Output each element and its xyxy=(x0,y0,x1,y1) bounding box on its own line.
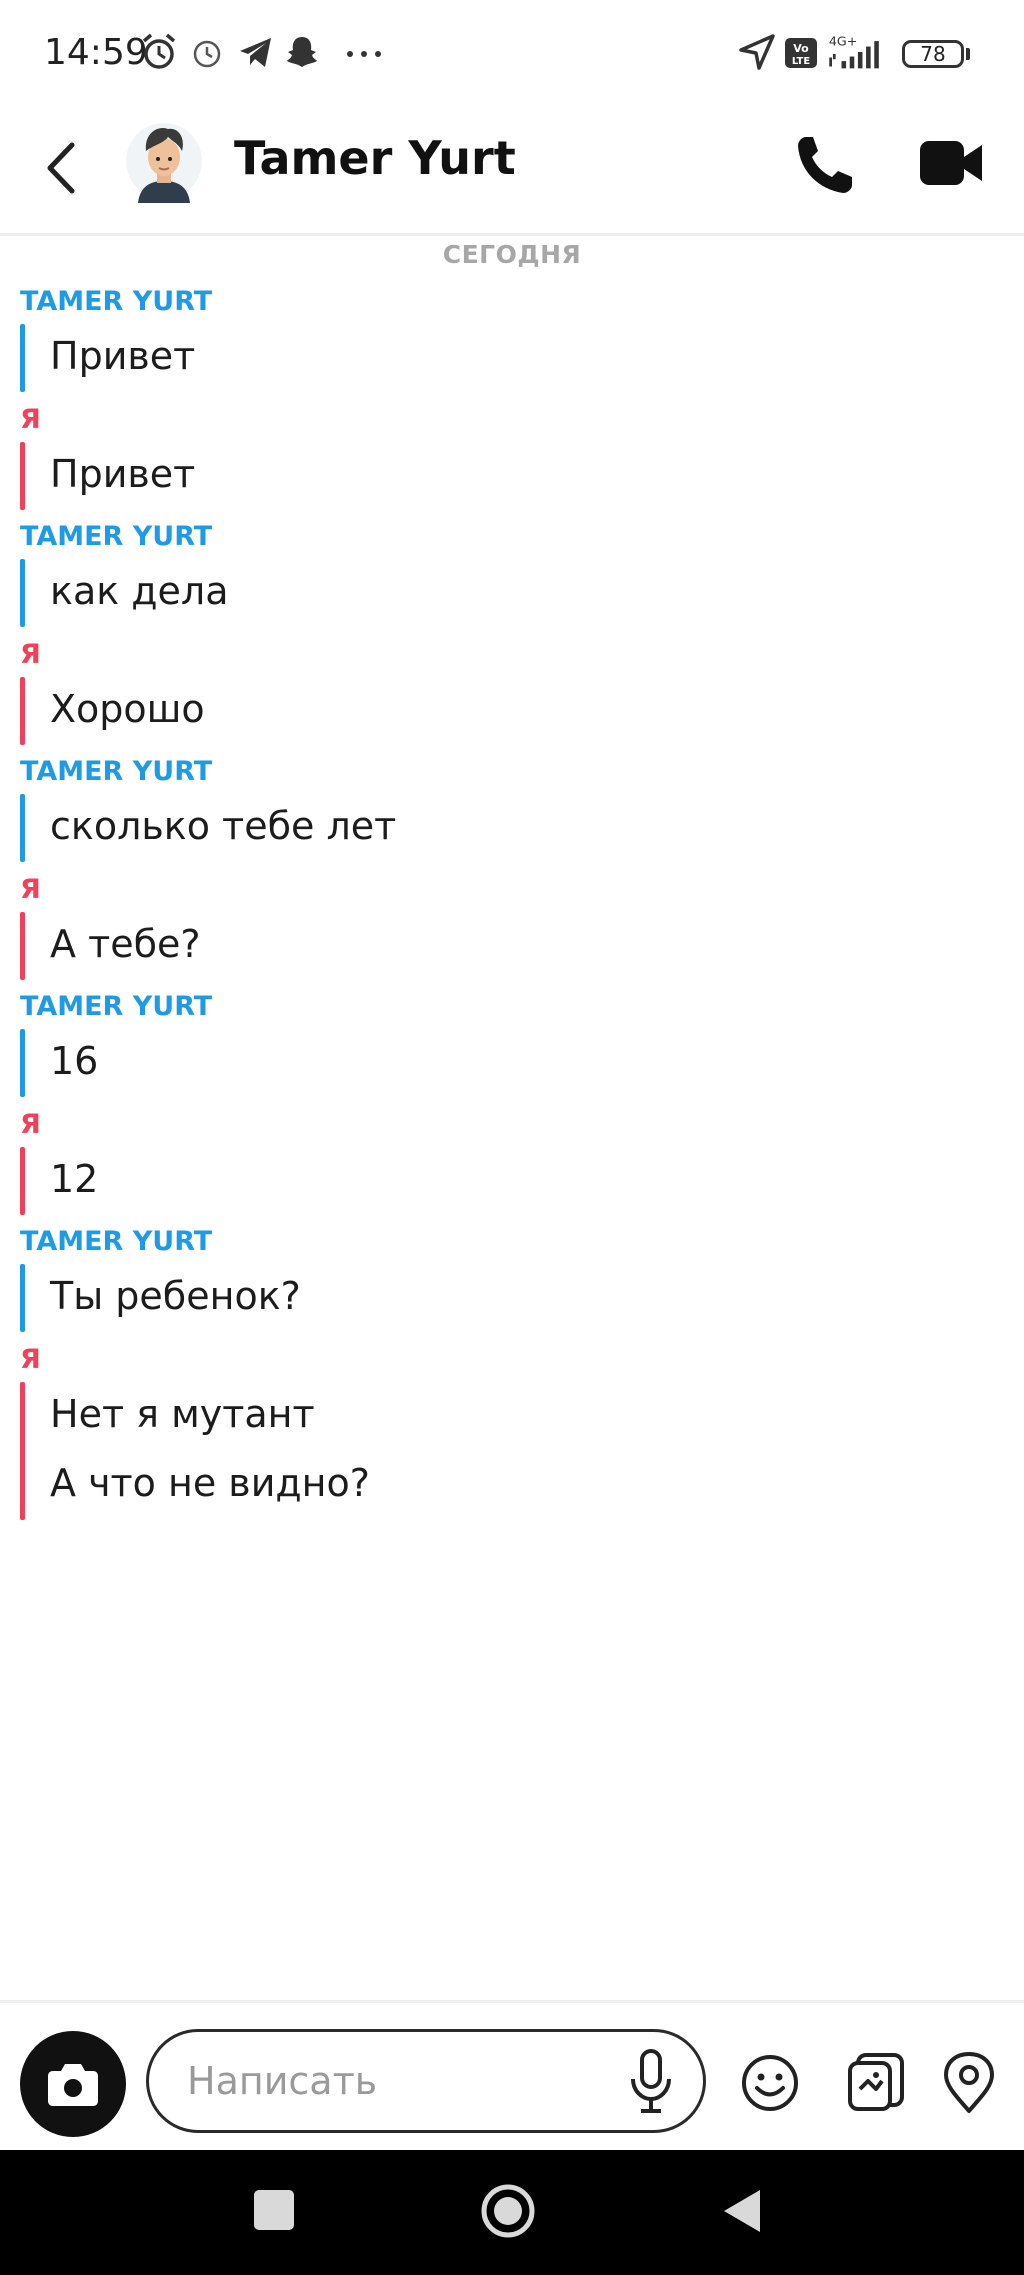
system-back-icon[interactable] xyxy=(720,2186,764,2236)
message-text[interactable]: Нет я мутант xyxy=(50,1392,315,1436)
location-arrow-icon xyxy=(739,34,775,70)
alarm-icon xyxy=(142,33,176,69)
volte-icon: Vo LTE xyxy=(785,38,817,68)
camera-icon xyxy=(48,2064,98,2106)
sender-label: Я xyxy=(20,639,41,670)
message-composer xyxy=(0,2000,1024,2153)
message-text[interactable]: сколько тебе лет xyxy=(50,804,396,848)
message-text[interactable]: Привет xyxy=(50,452,195,496)
message-text[interactable]: Ты ребенок? xyxy=(50,1274,301,1318)
battery-tip xyxy=(966,48,970,60)
video-icon[interactable] xyxy=(918,137,984,189)
message-bar xyxy=(20,1029,25,1097)
message-bar xyxy=(20,324,25,392)
sender-label: TAMER YURT xyxy=(20,1226,213,1257)
camera-button[interactable] xyxy=(20,2031,126,2137)
cellular-signal-icon: 4G+ xyxy=(829,34,879,69)
chat-header: Tamer Yurt xyxy=(0,105,1024,236)
recents-button[interactable] xyxy=(254,2190,294,2230)
back-icon[interactable] xyxy=(36,133,86,203)
message-text[interactable]: А что не видно? xyxy=(50,1461,370,1505)
sticker-icon[interactable] xyxy=(846,2051,906,2113)
message-input[interactable] xyxy=(146,2029,706,2133)
message-bar xyxy=(20,794,25,862)
avatar[interactable] xyxy=(124,119,204,203)
message-bar xyxy=(20,677,25,745)
day-divider: СЕГОДНЯ xyxy=(442,240,582,269)
message-bar xyxy=(20,1382,25,1520)
status-time: 14:59 xyxy=(44,32,148,73)
svg-text:Vo: Vo xyxy=(793,42,809,55)
battery-indicator: 78 xyxy=(902,40,964,68)
message-text[interactable]: 16 xyxy=(50,1039,98,1083)
location-icon[interactable] xyxy=(942,2051,996,2115)
svg-text:LTE: LTE xyxy=(792,56,811,67)
message-bar xyxy=(20,1147,25,1215)
microphone-icon[interactable] xyxy=(628,2049,674,2115)
telegram-icon xyxy=(240,38,271,67)
status-bar: 14:59 Vo LTE 4G+ 78 xyxy=(0,0,1024,105)
alarm-outline-icon xyxy=(193,40,221,68)
sender-label: TAMER YURT xyxy=(20,521,213,552)
sender-label: TAMER YURT xyxy=(20,756,213,787)
snapchat-icon xyxy=(287,37,317,67)
more-notifications-icon xyxy=(347,51,381,57)
sender-label: Я xyxy=(20,1344,41,1375)
network-type-label: 4G+ xyxy=(829,34,858,49)
message-text[interactable]: 12 xyxy=(50,1157,98,1201)
message-text[interactable]: Хорошо xyxy=(50,687,205,731)
sender-label: Я xyxy=(20,1109,41,1140)
emoji-icon[interactable] xyxy=(740,2053,800,2113)
message-bar xyxy=(20,912,25,980)
system-nav-bar xyxy=(0,2150,1024,2275)
contact-name[interactable]: Tamer Yurt xyxy=(234,131,516,185)
phone-icon[interactable] xyxy=(796,133,854,195)
battery-level: 78 xyxy=(920,42,946,66)
message-bar xyxy=(20,559,25,627)
message-text[interactable]: как дела xyxy=(50,569,229,613)
message-text[interactable]: Привет xyxy=(50,334,195,378)
sender-label: Я xyxy=(20,404,41,435)
sender-label: TAMER YURT xyxy=(20,286,213,317)
message-bar xyxy=(20,442,25,510)
message-bar xyxy=(20,1264,25,1332)
message-text[interactable]: А тебе? xyxy=(50,922,201,966)
sender-label: TAMER YURT xyxy=(20,991,213,1022)
sender-label: Я xyxy=(20,874,41,905)
home-icon[interactable] xyxy=(480,2183,536,2239)
